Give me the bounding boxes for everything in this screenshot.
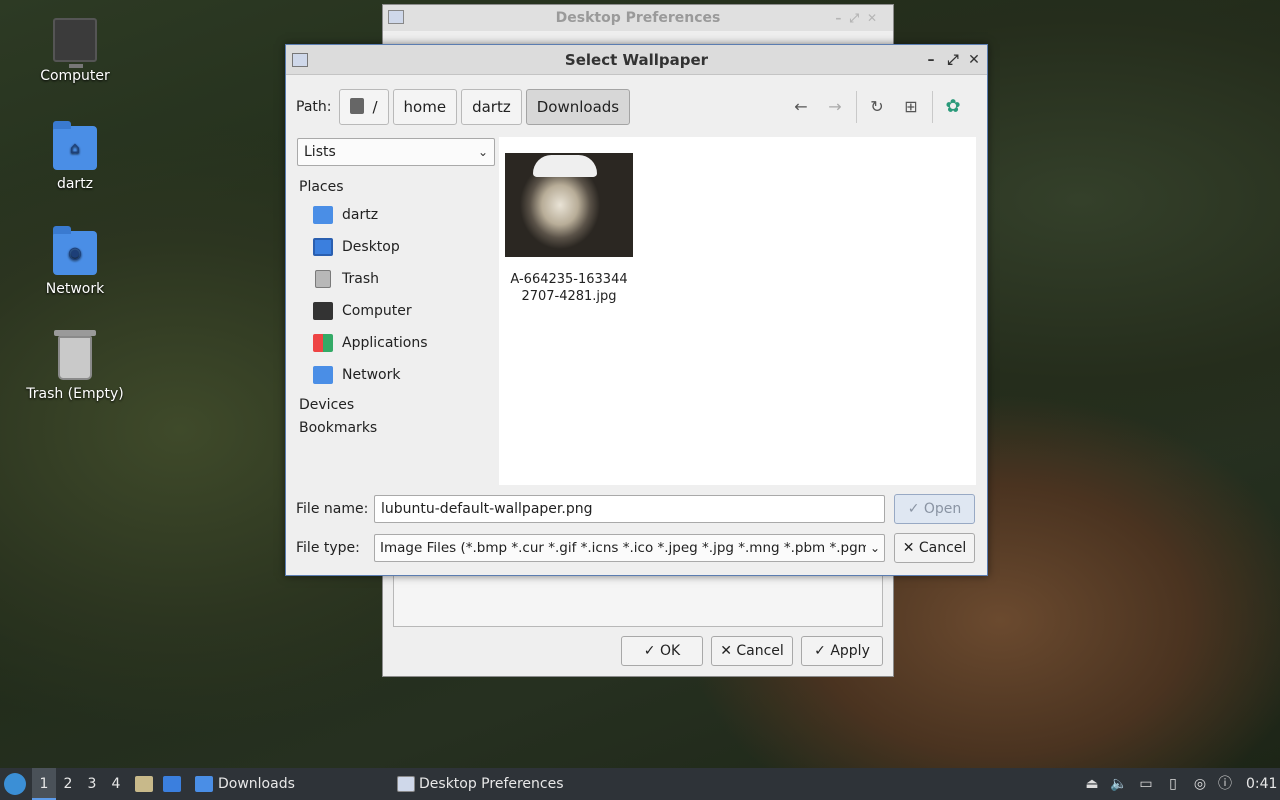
places-sidebar: Places dartz Desktop Trash Computer Appl… [299,175,495,440]
home-folder-icon: ⌂ [53,121,97,170]
close-icon[interactable]: ✕ [964,45,984,75]
taskbar: 1 2 3 4 Downloads Desktop Preferences ⏏ … [0,768,1280,800]
file-name-label: A-664235-163344 2707-4281.jpg [510,272,628,304]
window-titlebar[interactable]: Desktop Preferences –⤢✕ [383,5,893,31]
cancel-button[interactable]: ✕ Cancel [711,636,793,666]
workspace-3[interactable]: 3 [80,768,104,800]
eject-icon[interactable]: ⏏ [1083,775,1101,793]
window-controls: –⤢✕ [835,11,885,25]
file-view[interactable]: A-664235-163344 2707-4281.jpg [499,137,976,485]
toolbar-separator [856,91,857,123]
dialog-app-icon [292,53,308,67]
desktop-icon-dartz[interactable]: ⌂ dartz [20,121,130,192]
sidebar-item-trash[interactable]: Trash [299,263,495,295]
chevron-down-icon: ⌄ [865,535,880,561]
computer-icon [313,302,333,320]
sidebar-item-network[interactable]: Network [299,359,495,391]
apply-button[interactable]: ✓ Apply [801,636,883,666]
desktop-icon-label: dartz [56,176,94,192]
breadcrumb-home[interactable]: home [392,89,458,125]
network-status-icon[interactable]: ▭ [1137,775,1155,793]
trash-icon [54,330,96,380]
window-title: Desktop Preferences [555,10,721,26]
settings-flower-icon[interactable]: ✿ [941,96,965,118]
file-type-label: File type: [296,540,360,556]
sidebar-item-applications[interactable]: Applications [299,327,495,359]
maximize-icon[interactable]: ⤢ [943,45,963,75]
start-menu-icon[interactable] [4,773,26,795]
file-name-label: File name: [296,501,369,517]
desktop-icon-label: Computer [40,68,110,84]
desktop-icon [313,238,333,256]
clock[interactable]: 0:41 [1246,768,1277,800]
show-desktop-icon[interactable] [163,776,181,792]
cancel-button[interactable]: ✕ Cancel [894,533,975,563]
file-manager-launcher-icon[interactable] [135,776,153,792]
breadcrumb-dartz[interactable]: dartz [461,89,522,125]
network-icon [313,366,333,384]
select-wallpaper-dialog: Select Wallpaper – ⤢ ✕ Path: / home dart… [285,44,988,576]
task-downloads[interactable]: Downloads [193,768,388,800]
desktop-icon-label: Network [45,281,105,297]
notification-icon[interactable]: ⓘ [1216,775,1234,793]
workspace-4[interactable]: 4 [104,768,128,800]
workspace-2[interactable]: 2 [56,768,80,800]
breadcrumb-root[interactable]: / [339,89,389,125]
new-folder-icon[interactable]: ⊞ [899,96,923,118]
desktop-icon-network[interactable]: ◉ Network [20,226,130,297]
bookmarks-header[interactable]: Bookmarks [299,416,495,440]
sidebar-item-dartz[interactable]: dartz [299,199,495,231]
file-item[interactable]: A-664235-163344 2707-4281.jpg [499,137,639,312]
open-button[interactable]: ✓ Open [894,494,975,524]
desktop-icon-trash[interactable]: Trash (Empty) [20,330,130,402]
back-arrow-icon[interactable]: ← [789,96,813,118]
image-thumbnail [505,153,633,257]
forward-arrow-icon[interactable]: → [823,96,847,118]
drive-icon [350,98,365,114]
folder-icon [195,776,213,792]
desktop-icon-computer[interactable]: Computer [20,18,130,84]
ok-button[interactable]: ✓ OK [621,636,703,666]
chevron-down-icon: ⌄ [477,145,488,159]
sidebar-item-desktop[interactable]: Desktop [299,231,495,263]
toolbar-separator [932,91,933,123]
applications-icon [313,334,333,352]
dialog-titlebar[interactable]: Select Wallpaper – ⤢ ✕ [286,45,987,75]
home-folder-icon [313,206,333,224]
file-type-select[interactable]: Image Files (*.bmp *.cur *.gif *.icns *.… [374,534,885,562]
sidebar-item-computer[interactable]: Computer [299,295,495,327]
path-bar: Path: / home dartz Downloads [296,89,634,125]
trash-icon [315,270,331,288]
dialog-title: Select Wallpaper [564,51,709,69]
view-mode-select[interactable]: Lists ⌄ [297,138,495,166]
breadcrumb-downloads[interactable]: Downloads [525,89,631,125]
places-header[interactable]: Places [299,175,495,199]
update-icon[interactable]: ◎ [1191,775,1209,793]
devices-header[interactable]: Devices [299,393,495,417]
path-label: Path: [296,99,332,115]
minimize-icon[interactable]: – [921,45,941,75]
reload-icon[interactable]: ↻ [865,96,889,118]
window-app-icon [388,10,404,24]
volume-icon[interactable]: 🔈 [1110,775,1128,793]
clipboard-icon[interactable]: ▯ [1164,775,1182,793]
workspace-1[interactable]: 1 [32,768,56,800]
file-name-input[interactable]: lubuntu-default-wallpaper.png [374,495,885,523]
preferences-text-area[interactable] [393,570,883,627]
desktop-icon-label: Trash (Empty) [26,386,124,402]
window-icon [397,776,415,792]
network-folder-icon: ◉ [53,226,97,275]
computer-icon [53,18,97,68]
task-desktop-preferences[interactable]: Desktop Preferences [395,768,595,800]
